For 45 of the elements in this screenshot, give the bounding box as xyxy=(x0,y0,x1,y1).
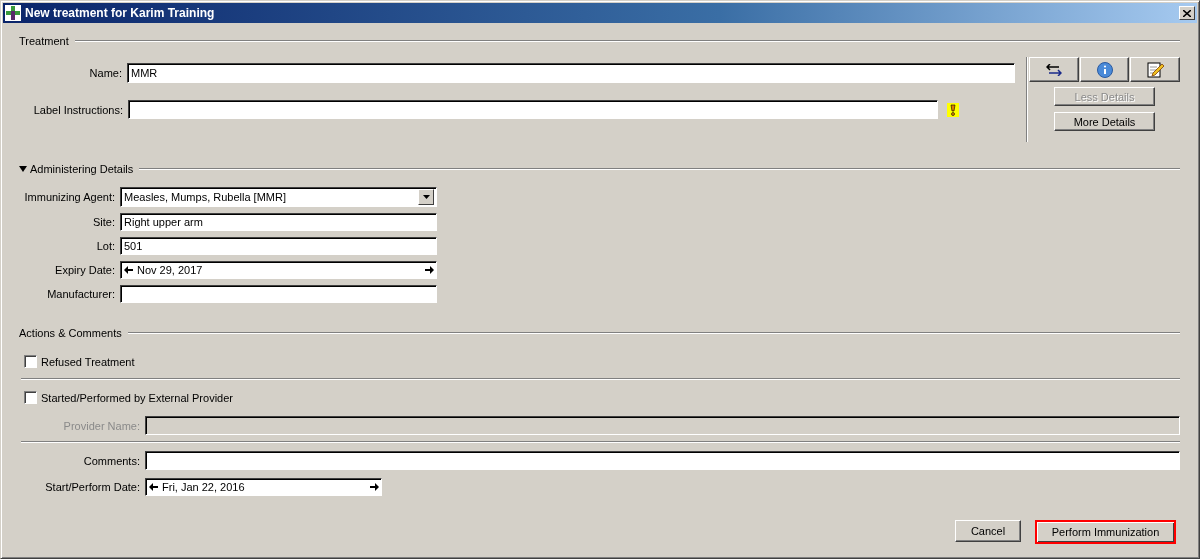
left-arrow-icon[interactable] xyxy=(124,266,133,274)
swap-arrows-icon xyxy=(1045,63,1062,76)
field-label: Lot: xyxy=(95,240,116,252)
swap-button[interactable] xyxy=(1029,57,1079,82)
section-heading: Actions & Comments xyxy=(19,327,122,339)
info-icon xyxy=(1096,61,1113,78)
text-field[interactable] xyxy=(120,285,437,303)
field-label: Name: xyxy=(88,67,123,79)
label-instructions-field[interactable] xyxy=(128,100,938,119)
primary-button[interactable]: Perform Immunization xyxy=(1035,520,1176,544)
field-label: Immunizing Agent: xyxy=(23,191,116,203)
window-title: New treatment for Karim Training xyxy=(25,6,216,20)
app-icon xyxy=(5,5,21,21)
date-field[interactable]: Fri, Jan 22, 2016 xyxy=(145,478,382,496)
field-label: Manufacturer: xyxy=(46,288,116,300)
edit-button[interactable] xyxy=(1130,57,1180,82)
details-button[interactable]: More Details xyxy=(1054,112,1155,131)
checkbox-label[interactable]: Refused Treatment xyxy=(41,355,135,368)
checkbox-label[interactable]: Started/Performed by External Provider xyxy=(41,391,233,404)
close-button[interactable] xyxy=(1179,6,1195,20)
left-arrow-icon[interactable] xyxy=(149,483,158,491)
field-label: Label Instructions: xyxy=(32,103,124,116)
info-button[interactable] xyxy=(1079,57,1130,82)
checkbox[interactable] xyxy=(24,355,37,368)
right-arrow-icon[interactable] xyxy=(370,483,379,491)
field-label: Site: xyxy=(92,216,116,228)
right-arrow-icon[interactable] xyxy=(425,266,434,274)
field-label: Start/Perform Date: xyxy=(44,481,141,493)
date-field[interactable]: Nov 29, 2017 xyxy=(120,261,437,279)
note-pencil-icon xyxy=(1146,61,1164,78)
field-label: Provider Name: xyxy=(62,419,141,432)
section-heading: Treatment xyxy=(19,35,69,47)
checkbox[interactable] xyxy=(24,391,37,404)
section-heading: Administering Details xyxy=(30,163,134,175)
field-label: Expiry Date: xyxy=(54,264,116,276)
dropdown-field[interactable]: Measles, Mumps, Rubella [MMR] xyxy=(120,187,437,207)
text-field[interactable]: Right upper arm xyxy=(120,213,437,231)
comments-field[interactable] xyxy=(145,451,1180,470)
text-field[interactable]: 501 xyxy=(120,237,437,255)
name-field[interactable]: MMR xyxy=(127,63,1015,83)
cancel-button[interactable]: Cancel xyxy=(955,520,1021,542)
field-label: Comments: xyxy=(82,454,141,467)
provider-name-field[interactable] xyxy=(145,416,1180,435)
collapse-triangle-icon[interactable] xyxy=(19,165,27,173)
close-icon xyxy=(1183,9,1191,17)
